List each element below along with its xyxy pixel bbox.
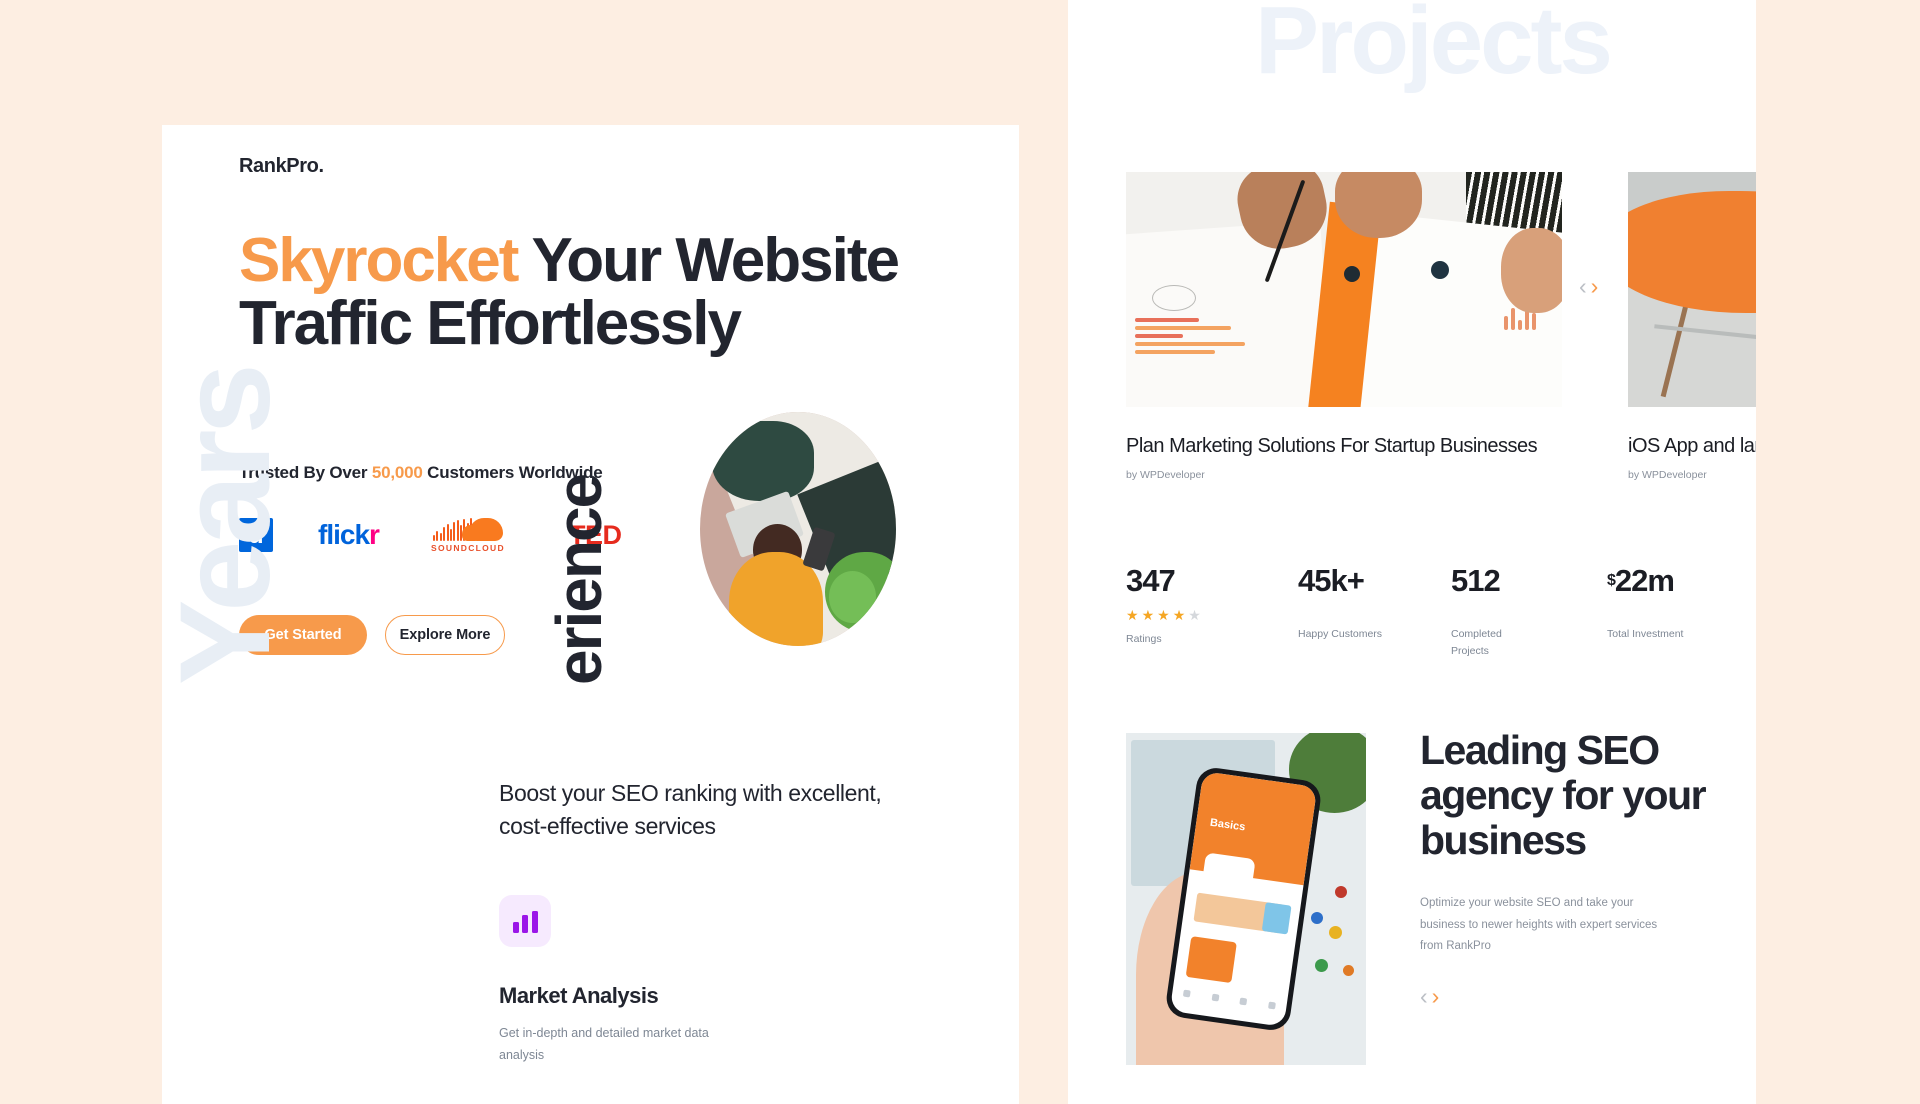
stat-number: 512 — [1451, 563, 1501, 598]
stat-item: 45k+ Happy Customers — [1298, 565, 1394, 643]
soundcloud-blob — [461, 518, 503, 541]
soundcloud-logo: SOUNDCLOUD — [431, 513, 505, 557]
project-title: iOS App and lan — [1628, 435, 1756, 457]
years-watermark-text: Years — [162, 368, 297, 685]
project-image-orange-chair — [1628, 190, 1756, 313]
project-title: Plan Marketing Solutions For Startup Bus… — [1126, 435, 1538, 457]
project-image-paper-left — [1126, 221, 1334, 407]
experience-vertical-text: erience — [543, 474, 615, 685]
stat-number: 45k+ — [1298, 563, 1365, 598]
project-author: by WPDeveloper — [1126, 469, 1205, 481]
stat-number: 347 — [1126, 563, 1176, 598]
star-filled-icon: ★ — [1157, 607, 1170, 623]
leading-agency-description: Optimize your website SEO and take your … — [1420, 897, 1658, 952]
projects-panel: Projects Plan Marketing Solutions For St… — [1068, 0, 1756, 1104]
hero-photo-chair — [711, 421, 814, 501]
leading-agency-heading: Leading SEO agency for your business — [1420, 727, 1707, 864]
stat-value: 347 — [1126, 565, 1222, 596]
stat-value: 512 — [1451, 565, 1521, 596]
feature-card-market-analysis[interactable]: Market Analysis Get in-depth and detaile… — [499, 895, 829, 1067]
phone-photo-candy — [1334, 885, 1347, 898]
stat-value: $22m — [1607, 565, 1703, 596]
projects-watermark-text: Projects — [1255, 0, 1613, 94]
hero-panel: RankPro. Skyrocket Your Website Traffic … — [162, 125, 1019, 1104]
stat-label: Ratings — [1126, 633, 1162, 645]
star-filled-icon: ★ — [1172, 607, 1186, 623]
project-image-chart-circle — [1152, 284, 1197, 311]
soundcloud-cloud-icon — [432, 517, 503, 541]
chevron-left-icon[interactable]: ‹ — [1579, 275, 1587, 298]
project-card[interactable]: Plan Marketing Solutions For Startup Bus… — [1126, 172, 1562, 481]
star-empty-icon: ★ — [1188, 607, 1201, 623]
flickr-text-blue: flick — [318, 519, 370, 550]
chevron-left-icon[interactable]: ‹ — [1420, 985, 1428, 1008]
rating-stars: ★ ★ ★ ★ ★ — [1126, 608, 1222, 622]
phone-screen-navbar — [1171, 980, 1288, 1020]
stat-number: 22m — [1614, 563, 1675, 598]
phone-photo-candy — [1310, 912, 1323, 925]
boost-seo-heading: Boost your SEO ranking with excellent, c… — [499, 780, 882, 839]
brand-logo[interactable]: RankPro. — [239, 155, 324, 178]
chevron-right-icon[interactable]: › — [1591, 275, 1599, 298]
project-image-dot — [1430, 261, 1449, 280]
stat-item: 512 Completed Projects — [1451, 565, 1521, 661]
trusted-count: 50,000 — [371, 463, 423, 482]
explore-more-button[interactable]: Explore More — [385, 615, 505, 655]
hero-headline: Skyrocket Your Website Traffic Effortles… — [239, 226, 939, 356]
flickr-text-pink: r — [369, 519, 380, 550]
stat-label: Total Investment — [1607, 628, 1684, 640]
project-image — [1126, 172, 1562, 407]
project-author: by WPDeveloper — [1628, 469, 1707, 481]
leading-agency-carousel-arrows[interactable]: ‹ › — [1420, 985, 1720, 1008]
phone-screen-tile — [1186, 935, 1238, 983]
feature-title: Market Analysis — [499, 983, 659, 1008]
chevron-right-icon[interactable]: › — [1432, 985, 1440, 1008]
stat-label: Completed Projects — [1451, 628, 1502, 658]
phone-screen-thumb — [1262, 902, 1292, 935]
bar-chart-icon — [499, 895, 551, 947]
feature-description: Get in-depth and detailed market data an… — [499, 1026, 709, 1062]
project-card[interactable]: iOS App and lan by WPDeveloper — [1628, 172, 1756, 481]
hero-photo-plant-highlight — [829, 571, 877, 623]
projects-carousel-arrows[interactable]: ‹ › — [1579, 275, 1598, 298]
stat-value: 45k+ — [1298, 565, 1394, 596]
project-image-dot — [1344, 266, 1360, 282]
phone-in-hand-photo: Basics — [1126, 733, 1366, 1065]
star-filled-icon: ★ — [1141, 607, 1155, 623]
screenshot-canvas: RankPro. Skyrocket Your Website Traffic … — [0, 0, 1920, 1104]
soundcloud-wordmark: SOUNDCLOUD — [431, 543, 505, 553]
project-image-hand — [1500, 228, 1562, 313]
stat-currency: $ — [1607, 572, 1616, 589]
stat-item: $22m Total Investment — [1607, 565, 1703, 643]
flickr-logo: flick r — [318, 513, 380, 557]
hero-headline-highlight: Skyrocket — [239, 226, 519, 295]
star-filled-icon: ★ — [1126, 607, 1139, 623]
stat-item: 347 ★ ★ ★ ★ ★ Ratings — [1126, 565, 1222, 648]
hero-photo — [700, 412, 896, 646]
project-image-chart-bars — [1134, 317, 1245, 354]
phone-photo-candy — [1329, 925, 1342, 939]
stat-label: Happy Customers — [1298, 628, 1383, 640]
phone-photo-candy — [1314, 958, 1328, 972]
leading-agency-block: Leading SEO agency for your business Opt… — [1420, 727, 1720, 1008]
project-image — [1628, 172, 1756, 407]
